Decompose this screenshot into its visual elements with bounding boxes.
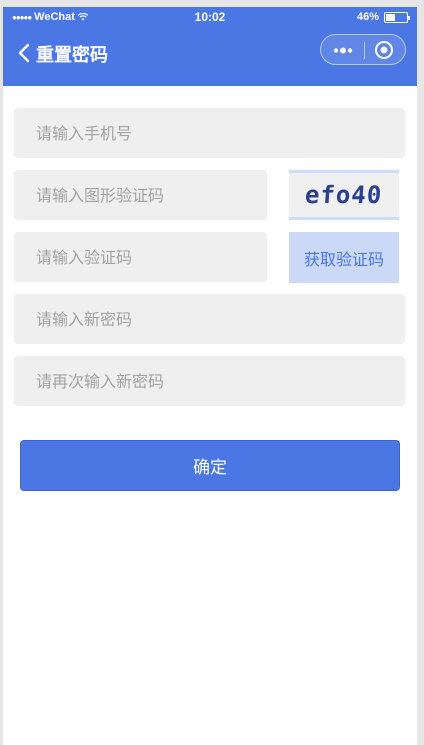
new-password-input[interactable]: [14, 294, 405, 344]
captcha-text: efo40: [304, 181, 384, 209]
captcha-image[interactable]: efo40: [289, 170, 399, 220]
battery-fill: [386, 13, 396, 21]
more-dots-icon[interactable]: [331, 42, 355, 59]
battery-icon: [384, 11, 410, 23]
sms-code-input[interactable]: [14, 232, 267, 282]
status-time: 10:02: [194, 10, 226, 24]
page-title: 重置密码: [36, 45, 108, 66]
status-bar: ●●●●● WeChat 10:02 46%: [3, 7, 417, 27]
chevron-left-icon: [18, 43, 30, 63]
back-button[interactable]: [17, 43, 31, 63]
status-right: 46%: [356, 11, 410, 23]
captcha-input[interactable]: [14, 170, 267, 220]
phone-number-input[interactable]: [14, 108, 405, 158]
confirm-password-input[interactable]: [14, 356, 405, 406]
get-code-button[interactable]: 获取验证码: [289, 232, 399, 283]
capsule-divider: [364, 42, 365, 59]
battery-percentage: 46%: [356, 11, 379, 23]
menu-capsule: [320, 34, 406, 65]
confirm-button[interactable]: 确定: [20, 440, 400, 491]
close-circle-icon[interactable]: [374, 40, 394, 60]
navigation-bar: 重置密码: [3, 27, 417, 86]
phone-screen: ●●●●● WeChat 10:02 46% 重置密码 请输入手机号 请输入图形…: [3, 7, 417, 745]
